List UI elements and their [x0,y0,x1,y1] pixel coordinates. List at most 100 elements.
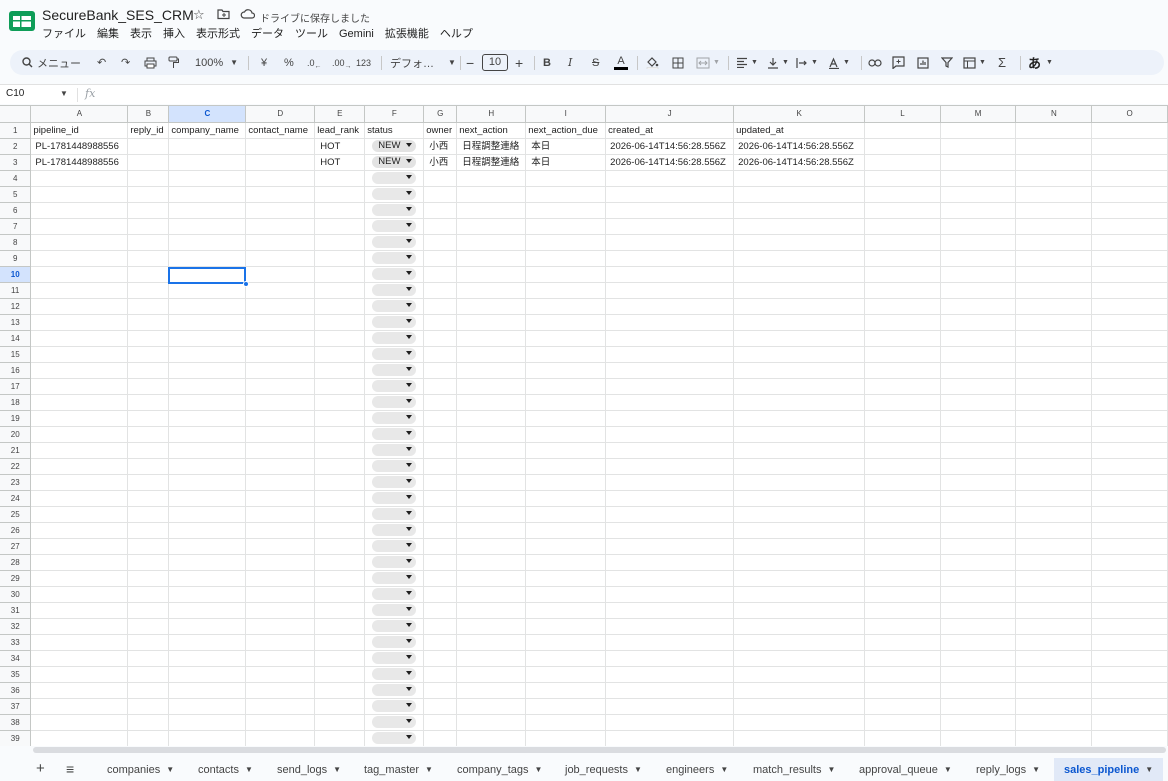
cell-f13[interactable] [364,314,425,331]
cell-b8[interactable] [127,234,170,251]
cell-d37[interactable] [245,698,316,715]
cell-e17[interactable] [314,378,366,395]
cell-b18[interactable] [127,394,170,411]
cell-k5[interactable] [733,186,866,203]
status-dropdown-chip[interactable] [372,395,417,408]
row-header[interactable]: 29 [0,570,32,587]
cell-i3[interactable]: 本日 [525,154,607,171]
cell-a37[interactable] [30,698,129,715]
cell-e23[interactable] [314,474,366,491]
cell-h20[interactable] [456,426,527,443]
cell-m23[interactable] [940,474,1017,491]
column-header-e[interactable]: E [314,106,366,123]
cell-b14[interactable] [127,330,170,347]
cell-j2[interactable]: 2026-06-14T14:56:28.556Z [605,138,735,155]
sheet-tab-tag-master[interactable]: tag_master ▼ [353,758,433,781]
cell-g13[interactable] [423,314,458,331]
cell-j13[interactable] [605,314,735,331]
cell-o7[interactable] [1091,218,1168,235]
cell-b6[interactable] [127,202,170,219]
cell-k14[interactable] [733,330,866,347]
cell-i12[interactable] [525,298,607,315]
cell-h34[interactable] [456,650,527,667]
cell-j25[interactable] [605,506,735,523]
row-header[interactable]: 9 [0,250,32,267]
cell-j27[interactable] [605,538,735,555]
cell-h10[interactable] [456,266,527,283]
cell-g16[interactable] [423,362,458,379]
cell-d9[interactable] [245,250,316,267]
cell-o26[interactable] [1091,522,1168,539]
cell-b29[interactable] [127,570,170,587]
cell-e34[interactable] [314,650,366,667]
cell-h8[interactable] [456,234,527,251]
cell-c12[interactable] [168,298,247,315]
menu-extensions[interactable]: 拡張機能 [385,27,429,41]
insert-link-icon[interactable] [868,50,882,75]
sheet-tab-companies[interactable]: companies ▼ [96,758,174,781]
cell-e26[interactable] [314,522,366,539]
cell-j6[interactable] [605,202,735,219]
cell-g5[interactable] [423,186,458,203]
cell-n5[interactable] [1015,186,1093,203]
status-dropdown-chip[interactable] [372,571,417,584]
cell-b22[interactable] [127,458,170,475]
cell-i29[interactable] [525,570,607,587]
cell-k33[interactable] [733,634,866,651]
cell-h9[interactable] [456,250,527,267]
cell-i34[interactable] [525,650,607,667]
sheets-logo-icon[interactable] [9,9,35,33]
cell-g8[interactable] [423,234,458,251]
cell-f21[interactable] [364,442,425,459]
cell-g18[interactable] [423,394,458,411]
menu-format[interactable]: 表示形式 [196,27,240,41]
cell-h39[interactable] [456,730,527,746]
cell-b12[interactable] [127,298,170,315]
status-dropdown-chip[interactable] [372,299,417,312]
status-dropdown-chip[interactable] [372,491,417,504]
cell-b30[interactable] [127,586,170,603]
star-icon[interactable]: ☆ [193,8,205,22]
cell-o33[interactable] [1091,634,1168,651]
cell-j11[interactable] [605,282,735,299]
cell-a31[interactable] [30,602,129,619]
cell-m21[interactable] [940,442,1017,459]
horizontal-scrollbar[interactable] [33,747,1166,753]
cell-b33[interactable] [127,634,170,651]
cell-g9[interactable] [423,250,458,267]
cell-j29[interactable] [605,570,735,587]
status-dropdown-chip[interactable] [372,539,417,552]
cell-o31[interactable] [1091,602,1168,619]
cell-i1[interactable]: next_action_due [525,122,607,139]
cell-c14[interactable] [168,330,247,347]
cell-g39[interactable] [423,730,458,746]
cell-c26[interactable] [168,522,247,539]
cell-c7[interactable] [168,218,247,235]
status-dropdown-chip[interactable] [372,331,417,344]
row-header[interactable]: 10 [0,266,32,283]
cell-h36[interactable] [456,682,527,699]
cell-h38[interactable] [456,714,527,731]
cell-b1[interactable]: reply_id [127,122,170,139]
cell-i8[interactable] [525,234,607,251]
cell-a20[interactable] [30,426,129,443]
cell-b16[interactable] [127,362,170,379]
cell-i20[interactable] [525,426,607,443]
cell-g29[interactable] [423,570,458,587]
cell-e25[interactable] [314,506,366,523]
cell-c2[interactable] [168,138,247,155]
cell-i26[interactable] [525,522,607,539]
cell-a18[interactable] [30,394,129,411]
cell-f24[interactable] [364,490,425,507]
cell-e29[interactable] [314,570,366,587]
cell-c4[interactable] [168,170,247,187]
insert-comment-icon[interactable] [892,50,905,75]
row-header[interactable]: 27 [0,538,32,555]
cell-k26[interactable] [733,522,866,539]
cell-l19[interactable] [864,410,941,427]
cell-g25[interactable] [423,506,458,523]
cell-f12[interactable] [364,298,425,315]
cell-l5[interactable] [864,186,941,203]
cell-o35[interactable] [1091,666,1168,683]
cell-e4[interactable] [314,170,366,187]
